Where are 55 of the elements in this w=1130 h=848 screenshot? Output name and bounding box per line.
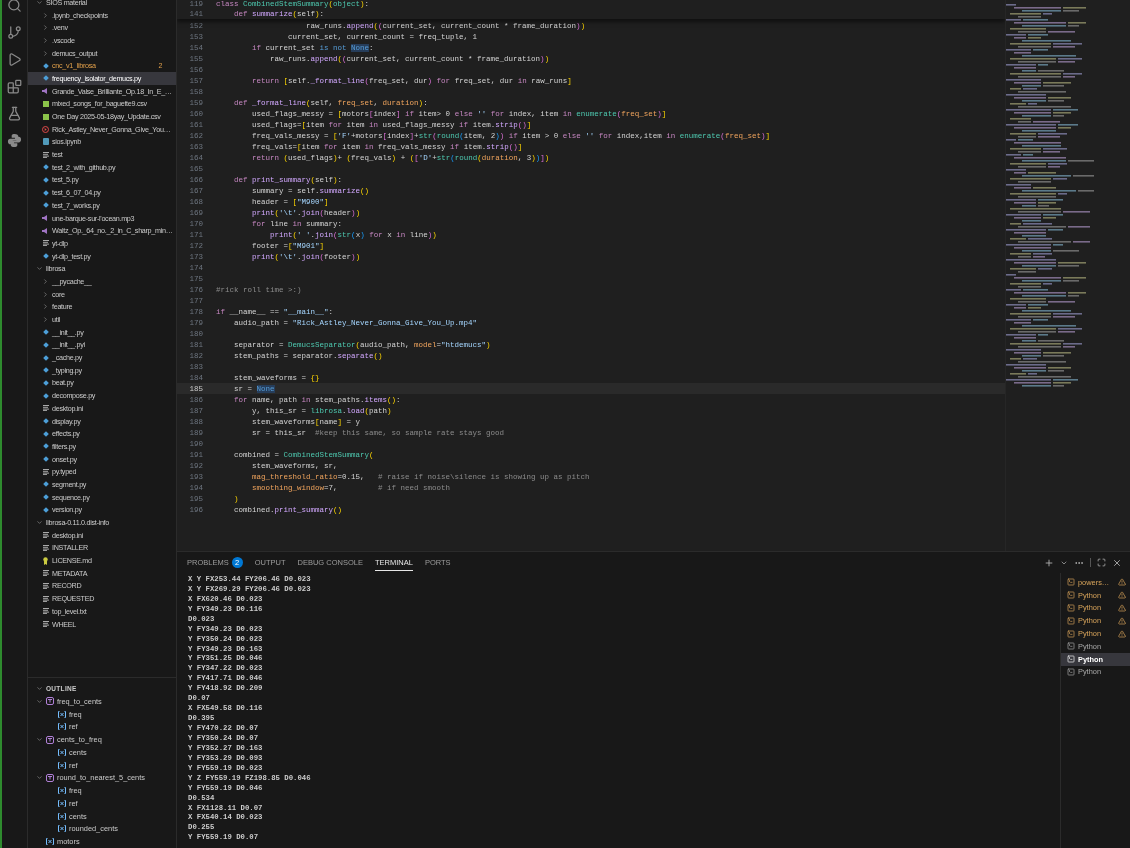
warning-icon — [1118, 616, 1126, 625]
variable-symbol-icon — [58, 825, 66, 833]
terminal-icon — [1067, 667, 1075, 676]
variable-symbol-icon — [58, 812, 66, 820]
function-symbol-icon — [46, 735, 54, 744]
text-file-icon — [42, 468, 49, 475]
text-file-icon — [42, 151, 49, 158]
flask-icon[interactable] — [7, 105, 22, 121]
text-file-icon — [42, 608, 49, 615]
run-debug-icon[interactable] — [7, 51, 22, 67]
terminal-icon — [1067, 642, 1075, 651]
source-control-icon[interactable] — [7, 24, 22, 40]
text-file-icon — [42, 405, 49, 412]
text-file-icon — [42, 240, 49, 247]
chevron-down-icon — [36, 265, 43, 273]
variable-symbol-icon — [46, 838, 54, 846]
add-icon[interactable] — [1044, 557, 1054, 568]
warning-icon — [1118, 591, 1126, 600]
text-file-icon — [42, 582, 49, 589]
python-icon[interactable] — [7, 132, 22, 148]
chevron-down-icon — [36, 519, 43, 527]
warning-icon — [1118, 578, 1126, 587]
variable-symbol-icon — [58, 723, 66, 731]
function-symbol-icon — [46, 773, 54, 782]
warning-icon — [1118, 629, 1126, 638]
chevron-down-icon — [36, 736, 43, 744]
chevron-down-icon — [36, 774, 43, 782]
variable-symbol-icon — [58, 787, 66, 795]
terminal-icon — [1067, 629, 1075, 638]
chevron-down-icon — [36, 0, 43, 6]
notebook-file-icon — [42, 138, 49, 146]
python-file-icon — [42, 253, 49, 260]
function-symbol-icon — [46, 697, 54, 706]
terminal-icon — [1067, 616, 1075, 625]
terminal-icon — [1067, 655, 1075, 664]
warning-icon — [1118, 604, 1126, 612]
search-icon[interactable] — [7, 0, 22, 13]
variable-symbol-icon — [58, 799, 66, 807]
audio-file-icon — [42, 88, 49, 95]
variable-symbol-icon — [58, 748, 66, 756]
close-icon[interactable] — [1112, 557, 1122, 568]
maximize-icon[interactable] — [1097, 558, 1106, 567]
variable-symbol-icon — [58, 710, 66, 718]
terminal-icon — [1067, 578, 1075, 587]
text-file-icon — [42, 532, 49, 539]
terminal-icon — [1067, 604, 1075, 612]
text-file-icon — [42, 544, 49, 551]
text-file-icon — [42, 595, 49, 602]
video-file-icon — [42, 125, 49, 133]
terminal-icon — [1067, 591, 1075, 600]
text-file-icon — [42, 570, 49, 577]
variable-symbol-icon — [58, 761, 66, 769]
text-file-icon — [42, 621, 49, 628]
extensions-icon[interactable] — [7, 78, 22, 94]
license-file-icon — [43, 556, 48, 565]
